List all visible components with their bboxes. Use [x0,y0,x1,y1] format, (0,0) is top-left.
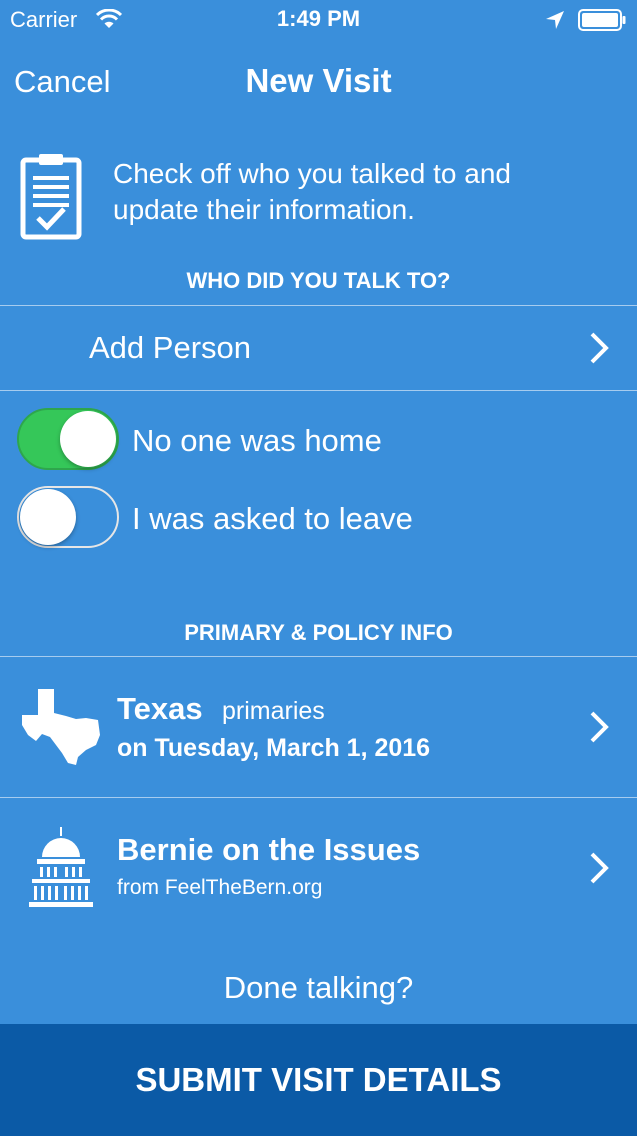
issues-source: from FeelTheBern.org [117,876,323,899]
primary-state: Texas [117,691,203,726]
no-one-home-label: No one was home [132,423,382,458]
toggle-knob [20,489,76,545]
chevron-right-icon [590,332,609,364]
asked-to-leave-toggle[interactable] [17,486,119,548]
texas-state-icon [22,689,100,765]
status-time: 1:49 PM [276,6,361,31]
status-bar: Carrier 1:49 PM [0,0,637,40]
submit-visit-button[interactable]: SUBMIT VISIT DETAILS [0,1024,637,1136]
capitol-building-icon [29,827,93,907]
chevron-right-icon [590,711,609,743]
no-one-home-toggle[interactable] [17,408,119,470]
primary-date: on Tuesday, March 1, 2016 [117,734,431,762]
battery-icon [578,9,626,31]
primary-type: primaries [222,697,325,725]
toggle-knob [60,411,116,467]
section-header-who: WHO DID YOU TALK TO? [186,268,451,293]
issues-info-row[interactable]: Bernie on the Issues from FeelTheBern.or… [0,798,637,938]
section-header-policy: PRIMARY & POLICY INFO [184,620,453,645]
done-talking-prompt: Done talking? [223,970,414,1005]
chevron-right-icon [590,852,609,884]
clipboard-check-icon [20,154,82,240]
location-arrow-icon [546,11,564,29]
add-person-row[interactable]: Add Person [0,306,637,390]
add-person-label: Add Person [89,330,251,365]
issues-title: Bernie on the Issues [117,832,421,867]
asked-to-leave-label: I was asked to leave [132,501,413,536]
intro-text: Check off who you talked to and update t… [113,158,511,225]
divider [0,390,637,391]
primary-info-row[interactable]: Texas primaries on Tuesday, March 1, 201… [0,657,637,797]
page-title: New Visit [245,62,392,99]
